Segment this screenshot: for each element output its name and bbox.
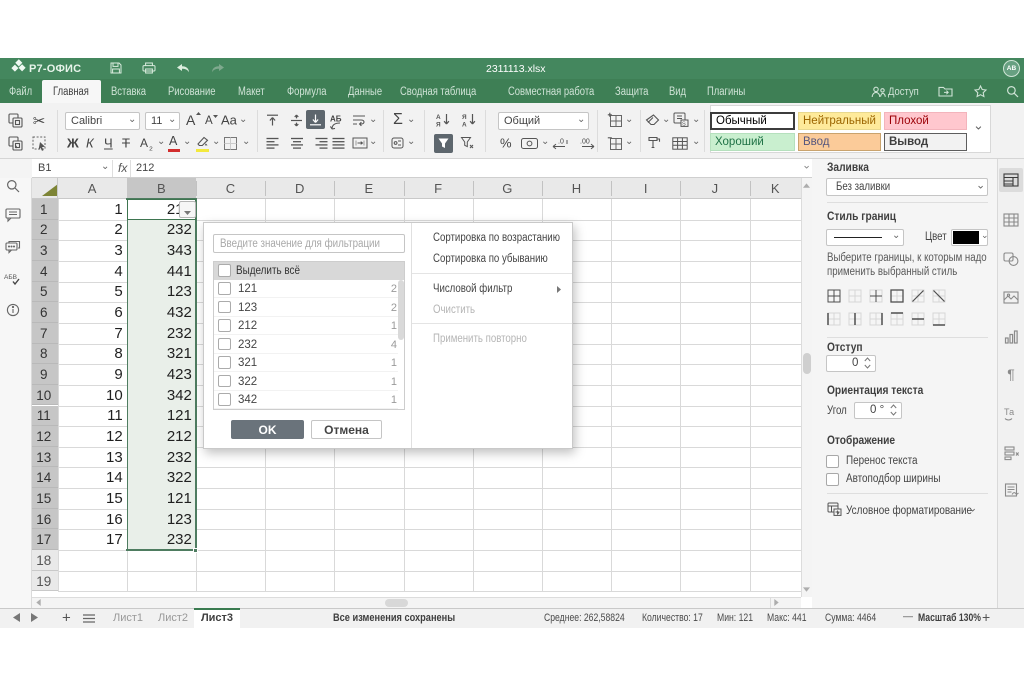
svg-text:АБВ: АБВ bbox=[4, 274, 17, 281]
svg-text:.0: .0 bbox=[558, 139, 564, 146]
svg-text:Я: Я bbox=[436, 121, 441, 128]
svg-text:А: А bbox=[436, 114, 441, 121]
svg-text:Та: Та bbox=[1004, 407, 1014, 417]
svg-text:Я: Я bbox=[462, 114, 467, 121]
svg-text:А: А bbox=[462, 121, 467, 128]
svg-text:S: S bbox=[682, 122, 686, 128]
svg-text:.00: .00 bbox=[580, 139, 590, 146]
